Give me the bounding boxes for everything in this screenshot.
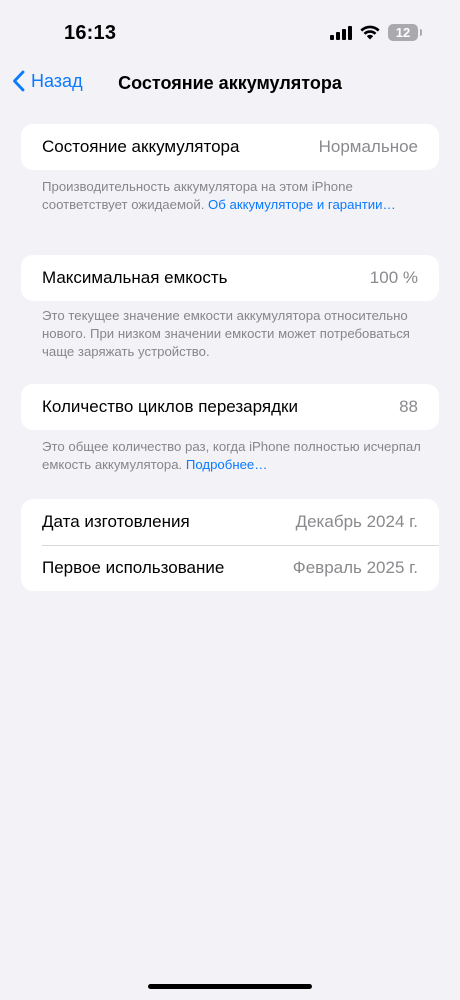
battery-health-group: Состояние аккумулятора Нормальное [21,124,439,170]
max-capacity-group: Максимальная емкость 100 % [21,255,439,301]
max-capacity-label: Максимальная емкость [42,268,228,287]
status-bar: 16:13 12 [0,0,460,60]
battery-health-row: Состояние аккумулятора Нормальное [21,124,439,170]
max-capacity-footnote-text: Это текущее значение емкости аккумулятор… [42,308,410,359]
about-battery-link[interactable]: Об аккумуляторе и гаран­тии… [208,197,396,212]
wifi-icon [360,25,380,40]
first-use-row: Первое использование Февраль 2025 г. [21,545,439,591]
battery-health-footnote: Производительность аккумулятора на этом … [42,178,422,214]
first-use-label: Первое использование [42,558,225,577]
max-capacity-footnote: Это текущее значение емкости аккумулятор… [42,307,422,361]
manufacture-date-label: Дата изготовления [42,512,190,531]
page-title: Состояние аккумулятора [118,73,342,93]
manufacture-date-value: Декабрь 2024 г. [295,512,418,531]
battery-icon: 12 [388,24,422,41]
more-info-link[interactable]: Подробнее… [186,457,268,472]
status-icons: 12 [330,24,422,41]
cycle-count-group: Количество циклов перезарядки 88 [21,384,439,430]
status-time: 16:13 [64,22,117,44]
manufacture-date-row: Дата изготовления Декабрь 2024 г. [21,499,439,545]
cycle-count-label: Количество циклов перезарядки [42,397,298,416]
cycle-count-footnote: Это общее количество раз, когда iPhone п… [42,438,422,474]
cellular-signal-icon [330,25,352,40]
cycle-count-value: 88 [399,397,418,416]
max-capacity-row: Максимальная емкость 100 % [21,255,439,301]
dates-group: Дата изготовления Декабрь 2024 г. Первое… [21,499,439,591]
first-use-value: Февраль 2025 г. [292,558,418,577]
battery-health-label: Состояние аккумулятора [42,137,240,156]
battery-health-value: Нормальное [318,137,418,156]
home-indicator[interactable] [148,984,312,989]
max-capacity-value: 100 % [369,268,418,287]
battery-level: 12 [395,25,411,40]
cycle-count-row: Количество циклов перезарядки 88 [21,384,439,430]
navigation-bar: Назад Состояние аккумулятора [0,60,460,106]
